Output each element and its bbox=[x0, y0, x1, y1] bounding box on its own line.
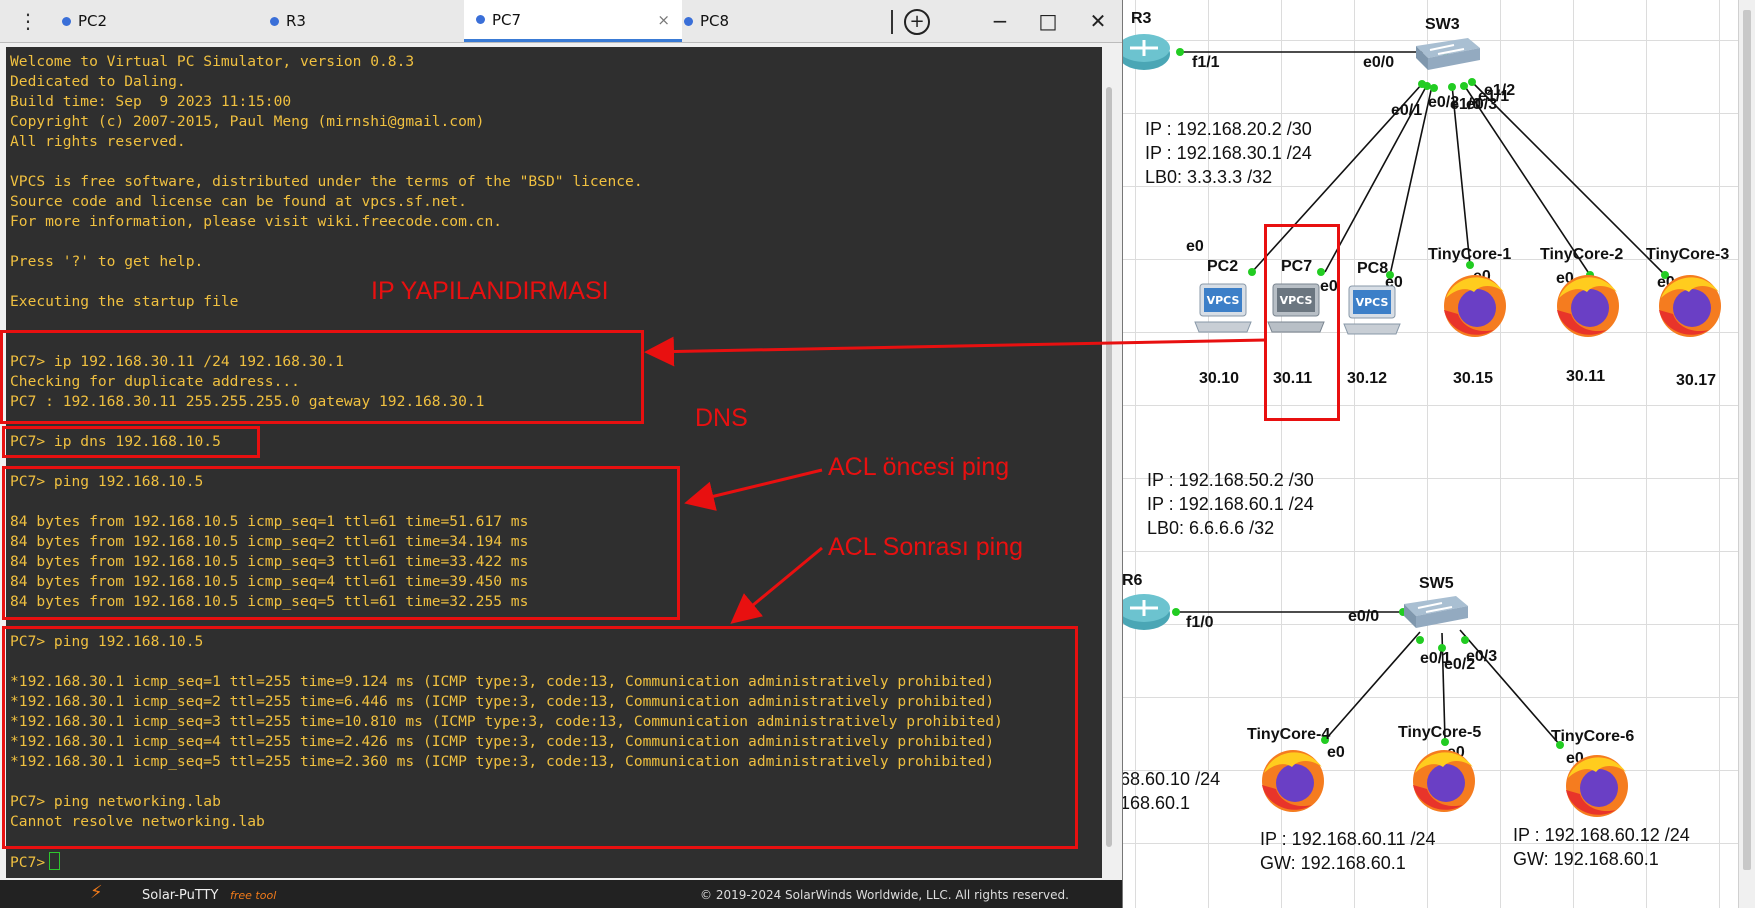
port-sw3-e00: e0/0 bbox=[1363, 54, 1395, 71]
node-label-sw3: SW3 bbox=[1425, 16, 1460, 33]
dns-annotation: DNS bbox=[695, 404, 748, 432]
tab-bar: ⋮ PC2 R3 PC7 × PC8 + − □ ✕ bbox=[0, 0, 1122, 43]
sw5-note: IP : 192.168.50.2 /30 IP : 192.168.60.1 … bbox=[1147, 470, 1314, 538]
tab-pc2[interactable]: PC2 bbox=[56, 0, 262, 42]
switch-sw3-icon[interactable] bbox=[1410, 32, 1482, 74]
terminal-line: Source code and license can be found at … bbox=[10, 193, 467, 210]
terminal-line: For more information, please visit wiki.… bbox=[10, 213, 503, 230]
firefox-tinycore-2-icon[interactable] bbox=[1553, 270, 1623, 340]
tab-divider bbox=[891, 10, 893, 34]
terminal-cursor bbox=[49, 852, 61, 870]
node-label-tinycore-2: TinyCore-2 bbox=[1540, 246, 1624, 263]
firefox-tinycore-5-icon[interactable] bbox=[1409, 745, 1479, 815]
footer-app-name: Solar-PuTTY bbox=[142, 888, 219, 903]
firefox-tinycore-1-icon[interactable] bbox=[1440, 270, 1510, 340]
footer-copyright: © 2019-2024 SolarWinds Worldwide, LLC. A… bbox=[700, 888, 1069, 902]
maximize-button[interactable]: □ bbox=[1028, 5, 1068, 37]
port-sw5-e03: e0/3 bbox=[1466, 648, 1498, 665]
solarwinds-logo-icon: ⚡ bbox=[90, 882, 103, 903]
firefox-tinycore-4-icon[interactable] bbox=[1258, 745, 1328, 815]
router-r3-icon[interactable] bbox=[1118, 28, 1178, 74]
canvas-scrollbar-thumb[interactable] bbox=[1743, 10, 1751, 870]
ping-after-acl-box bbox=[2, 626, 1078, 849]
node-label-tinycore-4: TinyCore-4 bbox=[1247, 726, 1331, 743]
acl-after-annotation: ACL Sonrası ping bbox=[828, 533, 1024, 561]
footer-free-tool: free tool bbox=[230, 889, 277, 902]
putty-window: ⋮ PC2 R3 PC7 × PC8 + − □ ✕ Welcome to Vi… bbox=[0, 0, 1123, 908]
port-pc2-e0-left: e0 bbox=[1186, 238, 1204, 255]
firefox-tinycore-6-icon[interactable] bbox=[1562, 750, 1632, 820]
tab-pc8[interactable]: PC8 bbox=[678, 0, 884, 42]
terminal-line: Executing the startup file bbox=[10, 293, 239, 310]
acl-before-annotation: ACL öncesi ping bbox=[828, 453, 1010, 481]
terminal-line: VPCS is free software, distributed under… bbox=[10, 173, 643, 190]
node-label-pc2: PC2 bbox=[1207, 258, 1239, 275]
tinycore-4-note: 68.60.10 /24 168.60.1 bbox=[1120, 769, 1221, 813]
tab-label: PC7 bbox=[492, 10, 522, 29]
port-r6-f10: f1/0 bbox=[1186, 614, 1214, 631]
node-label-tinycore-5: TinyCore-5 bbox=[1398, 724, 1482, 741]
node-label-r3: R3 bbox=[1131, 10, 1152, 27]
terminal-line: PC7> bbox=[10, 852, 61, 873]
host-suffix-tinycore-3: 30.17 bbox=[1676, 372, 1717, 389]
vpcs-pc2-icon[interactable]: VPCS bbox=[1193, 278, 1253, 336]
ip-config-annotation: IP YAPILANDIRMASI bbox=[371, 277, 609, 305]
ip-config-highlight-box bbox=[0, 330, 644, 424]
terminal-line: All rights reserved. bbox=[10, 133, 186, 150]
node-label-tinycore-1: TinyCore-1 bbox=[1428, 246, 1512, 263]
terminal-line: Build time: Sep 9 2023 11:15:00 bbox=[10, 93, 292, 110]
node-label-tinycore-3: TinyCore-3 bbox=[1646, 246, 1730, 263]
tab-label: R3 bbox=[286, 12, 306, 30]
terminal-scrollbar[interactable] bbox=[1102, 47, 1116, 878]
port-sw5-e00: e0/0 bbox=[1348, 608, 1380, 625]
sw3-note: IP : 192.168.20.2 /30 IP : 192.168.30.1 … bbox=[1145, 119, 1312, 187]
port-r3-f11: f1/1 bbox=[1192, 54, 1220, 71]
terminal-line: Copyright (c) 2007-2015, Paul Meng (mirn… bbox=[10, 113, 485, 130]
firefox-tinycore-3-icon[interactable] bbox=[1655, 270, 1725, 340]
router-r6-icon[interactable] bbox=[1118, 588, 1178, 634]
host-suffix-tinycore-1: 30.15 bbox=[1453, 370, 1494, 387]
terminal-line: Press '?' to get help. bbox=[10, 253, 204, 270]
terminal-scrollbar-thumb[interactable] bbox=[1106, 87, 1112, 847]
ping-before-acl-box bbox=[2, 466, 680, 620]
host-suffix-pc8: 30.12 bbox=[1347, 370, 1388, 387]
footer-bar: ⚡ Solar-PuTTY free tool © 2019-2024 Sola… bbox=[0, 880, 1122, 908]
node-label-tinycore-6: TinyCore-6 bbox=[1551, 728, 1635, 745]
tab-status-dot bbox=[476, 15, 485, 24]
host-suffix-tinycore-2: 30.11 bbox=[1566, 368, 1606, 385]
vpcs-pc8-icon[interactable]: VPCS bbox=[1342, 280, 1402, 338]
port-sw3-e03: e0/3 bbox=[1466, 96, 1498, 113]
tab-status-dot bbox=[684, 16, 693, 26]
canvas-scrollbar[interactable] bbox=[1738, 0, 1755, 908]
tab-status-dot bbox=[270, 16, 279, 26]
tab-label: PC2 bbox=[78, 12, 108, 30]
switch-sw5-icon[interactable] bbox=[1398, 590, 1470, 632]
pc7-highlight-box bbox=[1264, 224, 1340, 421]
tab-r3[interactable]: R3 bbox=[264, 0, 460, 42]
close-window-button[interactable]: ✕ bbox=[1078, 5, 1118, 37]
new-tab-icon[interactable]: + bbox=[904, 9, 930, 35]
tab-status-dot bbox=[62, 16, 71, 26]
menu-icon[interactable]: ⋮ bbox=[10, 8, 46, 34]
port-sw3-e01: e0/1 bbox=[1391, 102, 1423, 119]
node-label-pc8: PC8 bbox=[1357, 260, 1389, 277]
host-suffix-pc2: 30.10 bbox=[1199, 370, 1240, 387]
dns-highlight-box bbox=[2, 426, 260, 458]
tab-label: PC8 bbox=[700, 12, 730, 30]
tinycore-5-note: IP : 192.168.60.11 /24 GW: 192.168.60.1 bbox=[1260, 829, 1436, 873]
minimize-button[interactable]: − bbox=[980, 5, 1020, 37]
terminal-line: Dedicated to Daling. bbox=[10, 73, 186, 90]
port-tc4-e0: e0 bbox=[1327, 744, 1345, 761]
terminal-line: Welcome to Virtual PC Simulator, version… bbox=[10, 53, 415, 70]
close-tab-icon[interactable]: × bbox=[657, 11, 670, 29]
tinycore-6-note: IP : 192.168.60.12 /24 GW: 192.168.60.1 bbox=[1513, 825, 1690, 869]
tab-pc7[interactable]: PC7 × bbox=[464, 0, 682, 42]
